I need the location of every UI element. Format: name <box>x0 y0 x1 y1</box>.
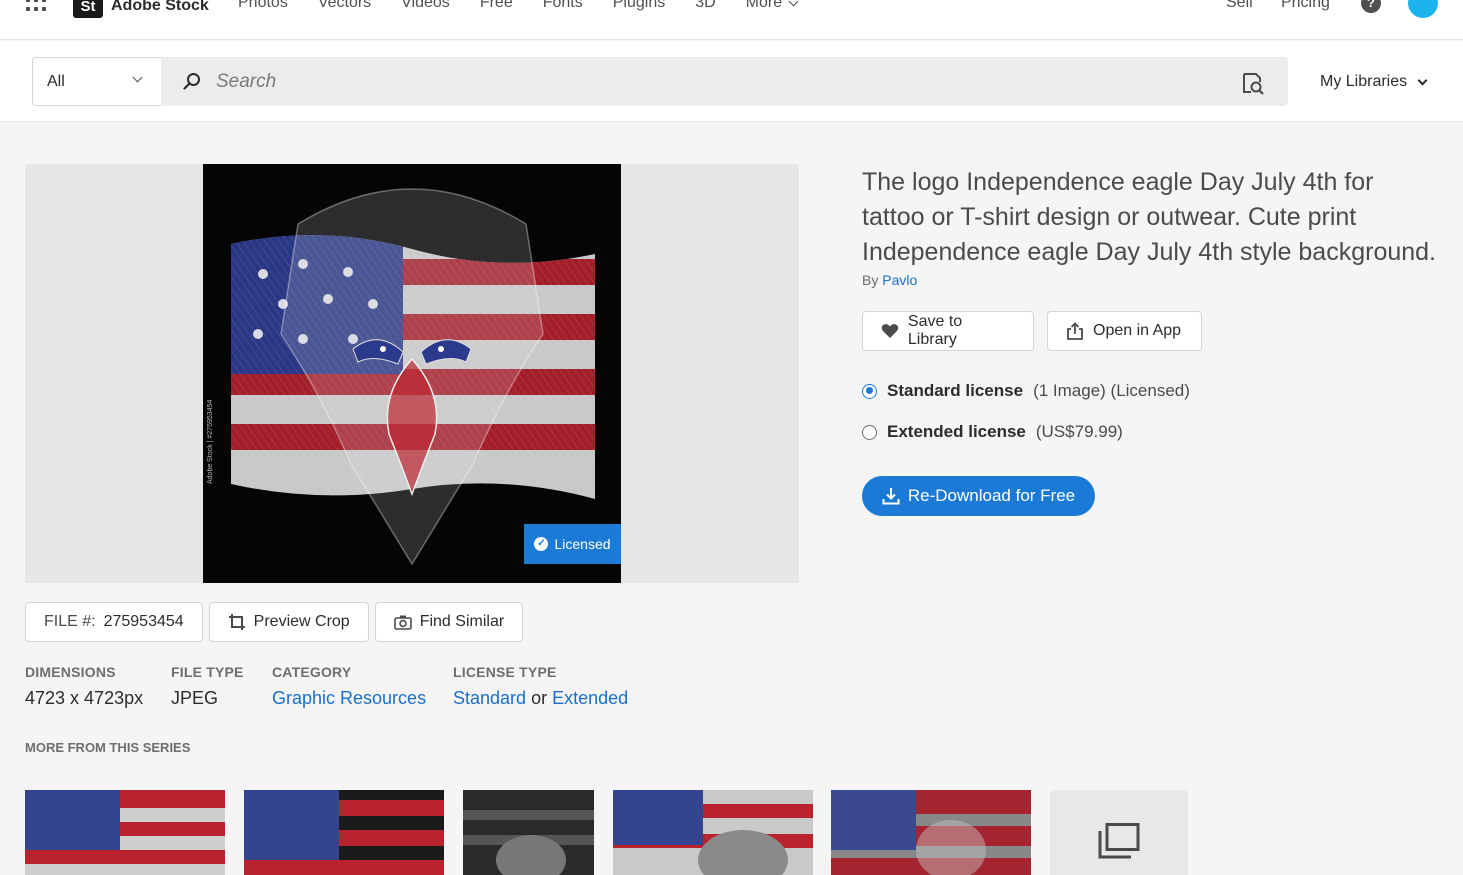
meta-license-type: LICENSE TYPE Standard or Extended <box>453 664 628 709</box>
search-icon <box>183 73 200 90</box>
camera-icon <box>393 615 412 630</box>
author-byline: By Pavlo <box>862 272 917 288</box>
dimensions-label: DIMENSIONS <box>25 664 116 680</box>
category-label: CATEGORY <box>272 664 352 680</box>
visual-search-icon[interactable] <box>1241 71 1265 95</box>
collection-icon <box>1098 823 1140 859</box>
series-thumbnail[interactable] <box>463 790 594 875</box>
asset-title: The logo Independence eagle Day July 4th… <box>862 168 1436 266</box>
file-type-value: JPEG <box>171 688 219 708</box>
extended-license-detail: (US$79.99) <box>1035 422 1123 441</box>
extended-license-option[interactable]: Extended license (US$79.99) <box>862 422 1123 442</box>
redownload-button[interactable]: Re-Download for Free <box>862 476 1095 516</box>
standard-license-detail: (1 Image) (Licensed) <box>1033 381 1190 400</box>
licensed-badge: ✓ Licensed <box>524 524 621 564</box>
nav-link-vectors[interactable]: Vectors <box>318 0 371 12</box>
meta-dimensions: DIMENSIONS 4723 x 4723px <box>25 664 143 709</box>
dimensions-value: 4723 x 4723px <box>25 688 144 708</box>
series-thumbnail[interactable] <box>613 790 813 875</box>
licensed-badge-label: Licensed <box>554 536 611 552</box>
series-heading: MORE FROM THIS SERIES <box>25 740 191 755</box>
thumbnail-image <box>463 790 594 875</box>
save-to-library-button[interactable]: Save to Library <box>862 311 1034 351</box>
brand-name: Adobe Stock <box>111 0 209 14</box>
preview-crop-button[interactable]: Preview Crop <box>208 602 369 642</box>
search-scope-value: All <box>47 72 65 90</box>
my-libraries-button[interactable]: My Libraries <box>1320 73 1428 91</box>
image-preview-panel: Adobe Stock | #275953454 ✓ Licensed <box>25 164 799 583</box>
redownload-label: Re-Download for Free <box>907 486 1076 505</box>
series-thumbnail[interactable] <box>831 790 1031 875</box>
find-similar-label: Find Similar <box>419 613 505 630</box>
save-to-library-label: Save to Library <box>907 313 963 348</box>
license-type-label: LICENSE TYPE <box>453 664 557 680</box>
eagle-flag-artwork <box>203 164 621 583</box>
share-icon <box>1067 321 1083 340</box>
chevron-down-icon <box>1417 75 1428 85</box>
asset-actions-row: FILE #: 275953454 Preview Crop Find Simi… <box>25 602 524 642</box>
file-type-label: FILE TYPE <box>171 664 244 680</box>
standard-license-link[interactable]: Standard <box>453 688 526 708</box>
download-icon <box>882 488 900 505</box>
category-link[interactable]: Graphic Resources <box>272 688 426 709</box>
standard-license-name: Standard license <box>887 381 1024 400</box>
license-type-value: Standard or Extended <box>453 688 628 709</box>
view-all-series-button[interactable] <box>1050 790 1188 875</box>
nav-link-plugins[interactable]: Plugins <box>613 0 665 12</box>
top-navigation: St Adobe Stock Photos Vectors Videos Fre… <box>0 0 1463 40</box>
stock-watermark-text: Adobe Stock | #275953454 <box>207 399 214 484</box>
help-icon[interactable]: ? <box>1361 0 1381 13</box>
nav-link-photos[interactable]: Photos <box>238 0 288 12</box>
file-number-box[interactable]: FILE #: 275953454 <box>25 602 203 642</box>
search-input[interactable] <box>216 67 1116 97</box>
search-field <box>161 57 1288 106</box>
file-number-value: 275953454 <box>103 613 184 630</box>
series-thumbnail[interactable] <box>244 790 444 875</box>
nav-link-sell[interactable]: Sell <box>1226 0 1253 12</box>
thumbnail-image <box>613 790 813 875</box>
extended-license-radio[interactable] <box>862 424 877 440</box>
standard-license-option[interactable]: Standard license (1 Image) (Licensed) <box>862 381 1190 401</box>
thumbnail-image <box>831 790 1031 875</box>
meta-file-type: FILE TYPE JPEG <box>171 664 244 709</box>
check-circle-icon: ✓ <box>534 537 549 551</box>
search-bar: All My Libraries <box>0 41 1463 122</box>
thumbnail-image <box>244 790 444 875</box>
author-link[interactable]: Pavlo <box>882 272 917 288</box>
my-libraries-label: My Libraries <box>1320 73 1408 90</box>
meta-category: CATEGORY Graphic Resources <box>272 664 426 709</box>
adobe-stock-logo[interactable]: St Adobe Stock <box>73 0 209 18</box>
open-in-app-button[interactable]: Open in App <box>1047 311 1202 351</box>
user-avatar[interactable] <box>1408 0 1438 18</box>
preview-crop-label: Preview Crop <box>253 613 350 630</box>
open-in-app-label: Open in App <box>1093 322 1182 339</box>
nav-link-videos[interactable]: Videos <box>401 0 450 12</box>
search-scope-dropdown[interactable]: All <box>32 57 161 106</box>
thumbnail-image <box>25 790 225 875</box>
standard-license-radio[interactable] <box>862 383 877 399</box>
file-number-label: FILE #: <box>44 613 96 630</box>
asset-preview-image[interactable]: Adobe Stock | #275953454 ✓ Licensed <box>203 164 621 583</box>
license-or-text: or <box>531 688 548 708</box>
nav-link-fonts[interactable]: Fonts <box>543 0 583 12</box>
nav-link-pricing[interactable]: Pricing <box>1281 0 1330 12</box>
nav-link-3d[interactable]: 3D <box>695 0 715 12</box>
find-similar-button[interactable]: Find Similar <box>374 602 524 642</box>
by-label: By <box>862 272 879 288</box>
extended-license-link[interactable]: Extended <box>552 688 628 708</box>
chevron-down-icon <box>788 0 799 6</box>
nav-more-menu[interactable]: More <box>745 0 799 12</box>
extended-license-name: Extended license <box>887 422 1026 441</box>
nav-links: Photos Vectors Videos Free Fonts Plugins… <box>238 0 827 12</box>
nav-link-free[interactable]: Free <box>480 0 513 12</box>
chevron-down-icon <box>132 72 143 83</box>
heart-icon <box>881 324 899 338</box>
app-switcher-icon[interactable] <box>26 0 46 12</box>
stock-logo-icon: St <box>73 0 103 18</box>
nav-more-label: More <box>745 0 783 11</box>
crop-icon <box>228 614 245 630</box>
series-thumbnail[interactable] <box>25 790 225 875</box>
